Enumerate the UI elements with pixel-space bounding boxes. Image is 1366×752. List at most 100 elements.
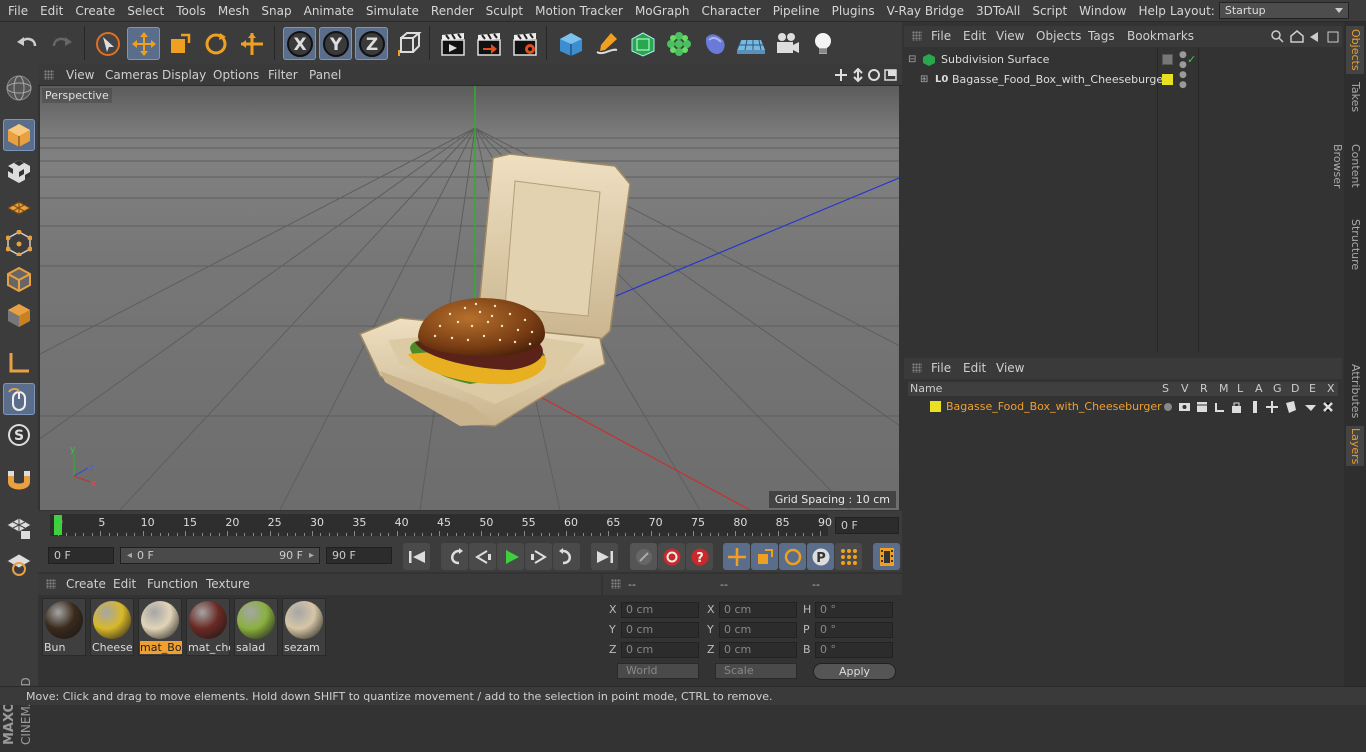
render-settings-button[interactable] — [508, 27, 541, 60]
layer-column-l[interactable]: L — [1237, 382, 1243, 396]
enabled-check-icon[interactable]: ✓ — [1187, 50, 1196, 70]
tab-attributes[interactable]: Attributes — [1346, 362, 1364, 420]
layer-color-swatch[interactable] — [1162, 74, 1173, 85]
add-subdivision-button[interactable] — [626, 27, 659, 60]
solo-mode-button[interactable]: S — [3, 419, 35, 451]
viewport-menu-cameras[interactable]: Cameras — [105, 64, 158, 86]
menu-mesh[interactable]: Mesh — [212, 0, 256, 22]
timeline-window-button[interactable] — [873, 543, 900, 570]
menu-motion-tracker[interactable]: Motion Tracker — [529, 0, 629, 22]
menu-mograph[interactable]: MoGraph — [629, 0, 696, 22]
menu-vray-bridge[interactable]: V-Ray Bridge — [881, 0, 970, 22]
y-axis-button[interactable]: Y — [319, 27, 352, 60]
viewport-menu-view[interactable]: View — [66, 64, 94, 86]
material-swatch[interactable]: Bun — [42, 598, 86, 656]
coord-value-field[interactable]: 0 ° — [815, 622, 893, 638]
add-mograph-cloner-button[interactable] — [662, 27, 695, 60]
expand-collapse-icon[interactable]: ⊟ — [908, 50, 916, 70]
apply-button[interactable]: Apply — [813, 663, 896, 680]
material-menu-texture[interactable]: Texture — [206, 574, 250, 595]
layer-column-e[interactable]: E — [1309, 382, 1316, 396]
polygons-mode-button[interactable] — [3, 299, 35, 331]
render-view-button[interactable] — [436, 27, 469, 60]
visibility-dots-icon[interactable]: ● ● — [1179, 70, 1187, 90]
x-axis-button[interactable]: X — [283, 27, 316, 60]
menu-snap[interactable]: Snap — [255, 0, 297, 22]
menu-sculpt[interactable]: Sculpt — [480, 0, 529, 22]
coordinate-system-button[interactable] — [392, 27, 425, 60]
go-to-end-button[interactable] — [591, 543, 618, 570]
layer-column-a[interactable]: A — [1255, 382, 1263, 396]
tab-content-browser[interactable]: Content Browser — [1331, 122, 1364, 210]
add-camera-button[interactable] — [770, 27, 803, 60]
lock-workplane-button[interactable] — [3, 511, 35, 543]
transform-tool-button[interactable] — [235, 27, 268, 60]
scale-tool-button[interactable] — [163, 27, 196, 60]
add-light-button[interactable] — [806, 27, 839, 60]
undo-button[interactable] — [10, 27, 43, 60]
timeline-ruler[interactable]: 051015202530354045505560657075808590 — [50, 514, 832, 536]
layer-menu-file[interactable]: File — [931, 358, 951, 379]
object-row-subdivision-surface[interactable]: ⊟ Subdivision Surface ● ● ✓ — [904, 50, 1342, 70]
viewport-menu-filter[interactable]: Filter — [268, 64, 298, 86]
menu-tools[interactable]: Tools — [170, 0, 212, 22]
menu-script[interactable]: Script — [1026, 0, 1073, 22]
layer-column-x[interactable]: X — [1327, 382, 1335, 396]
tab-objects[interactable]: Objects — [1346, 26, 1364, 74]
layer-column-r[interactable]: R — [1200, 382, 1208, 396]
material-swatch[interactable]: salad — [234, 598, 278, 656]
viewport-nav-icons[interactable] — [834, 68, 900, 83]
autokey-button[interactable] — [658, 543, 685, 570]
next-key-button[interactable] — [553, 543, 580, 570]
layer-menu-view[interactable]: View — [996, 358, 1024, 379]
visibility-dots-icon[interactable]: ● ● — [1179, 50, 1187, 70]
expand-collapse-icon[interactable]: ⊞ — [920, 70, 928, 90]
tab-layers[interactable]: Layers — [1346, 426, 1364, 466]
coord-system-select[interactable]: World — [617, 663, 699, 679]
live-selection-button[interactable] — [91, 27, 124, 60]
layout-select[interactable]: Startup — [1218, 2, 1349, 19]
menu-pipeline[interactable]: Pipeline — [767, 0, 826, 22]
tab-structure[interactable]: Structure — [1346, 218, 1364, 272]
object-manager-tools[interactable] — [1270, 29, 1340, 44]
current-frame-field[interactable]: 0 F — [835, 517, 899, 534]
coord-value-field[interactable]: 0 cm — [719, 602, 797, 618]
material-swatch[interactable]: mat_Box — [138, 598, 182, 656]
previous-key-button[interactable] — [441, 543, 468, 570]
workplane-mode-button[interactable] — [3, 191, 35, 223]
material-menu-edit[interactable]: Edit — [113, 574, 136, 595]
coord-size-mode-select[interactable]: Scale — [715, 663, 797, 679]
layer-column-g[interactable]: G — [1273, 382, 1282, 396]
redo-button[interactable] — [45, 27, 78, 60]
perspective-viewport[interactable]: y z x Perspective Grid Spacing : 10 cm — [40, 86, 899, 510]
axis-mode-button[interactable] — [3, 347, 35, 379]
coord-value-field[interactable]: 0 cm — [621, 622, 699, 638]
coord-value-field[interactable]: 0 cm — [621, 602, 699, 618]
menu-file[interactable]: File — [2, 0, 34, 22]
coord-value-field[interactable]: 0 ° — [815, 602, 893, 618]
add-deformer-button[interactable] — [698, 27, 731, 60]
tweak-mode-button[interactable] — [3, 383, 35, 415]
layer-column-m[interactable]: M — [1219, 382, 1229, 396]
layer-column-name[interactable]: Name — [910, 382, 942, 396]
material-swatch[interactable]: sezam — [282, 598, 326, 656]
add-cube-button[interactable] — [554, 27, 587, 60]
layer-column-v[interactable]: V — [1181, 382, 1189, 396]
playhead-marker[interactable] — [54, 515, 62, 535]
coord-value-field[interactable]: 0 cm — [719, 642, 797, 658]
tab-takes[interactable]: Takes — [1346, 80, 1364, 114]
next-frame-button[interactable] — [525, 543, 552, 570]
menu-character[interactable]: Character — [695, 0, 766, 22]
menu-edit[interactable]: Edit — [34, 0, 69, 22]
add-spline-pen-button[interactable] — [590, 27, 623, 60]
coord-value-field[interactable]: 0 cm — [621, 642, 699, 658]
move-tool-button[interactable] — [127, 27, 160, 60]
object-menu-objects[interactable]: Objects — [1036, 26, 1081, 47]
material-menu-create[interactable]: Create — [66, 574, 106, 595]
make-editable-button[interactable] — [3, 72, 35, 104]
key-parameter-button[interactable]: P — [807, 543, 834, 570]
texture-mode-button[interactable] — [3, 155, 35, 187]
key-pla-button[interactable] — [835, 543, 862, 570]
add-floor-button[interactable] — [734, 27, 767, 60]
play-button[interactable] — [497, 543, 524, 570]
